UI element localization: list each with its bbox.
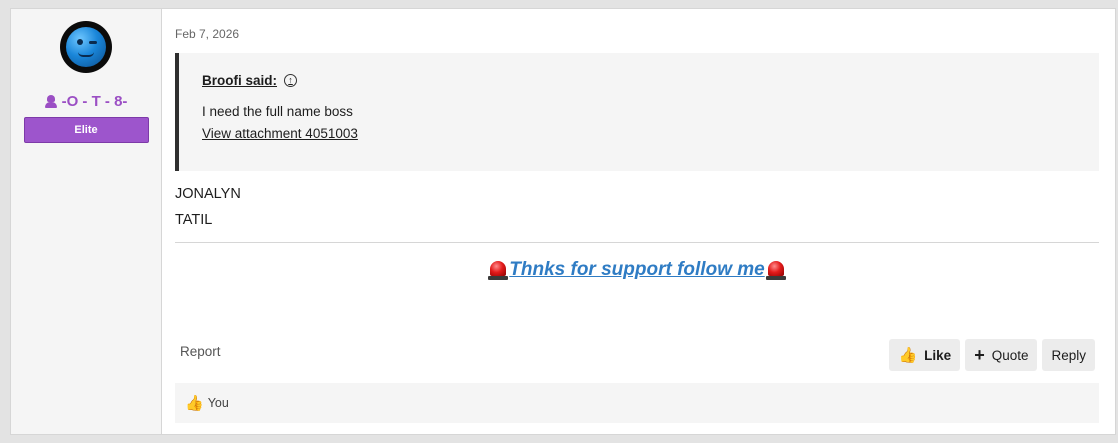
reactions-text: You <box>207 396 229 410</box>
reactions-bar[interactable]: 👍 You <box>175 383 1099 423</box>
quote-author-link[interactable]: Broofi said: ↑ <box>202 73 1099 88</box>
avatar-eye-left <box>77 39 83 45</box>
signature-divider <box>175 242 1099 243</box>
like-button[interactable]: 👍 Like <box>889 339 961 371</box>
reply-label: Reply <box>1051 347 1086 363</box>
attachment-link[interactable]: View attachment 4051003 <box>202 126 1099 141</box>
user-banner: Elite <box>23 117 149 143</box>
reply-button[interactable]: Reply <box>1042 339 1095 371</box>
avatar-eye-right <box>89 41 97 44</box>
plus-icon: + <box>974 345 985 365</box>
thumbs-up-icon: 👍 <box>185 393 204 412</box>
quote-button[interactable]: + Quote <box>965 339 1038 371</box>
message-body: JONALYN TATIL <box>175 181 241 233</box>
message-line: TATIL <box>175 212 213 228</box>
signature: Thnks for support follow me <box>175 259 1099 281</box>
post-actions: 👍 Like + Quote Reply <box>889 339 1095 371</box>
avatar-mouth <box>78 52 94 57</box>
username-text: -O - T - 8- <box>61 93 128 110</box>
post-main: Feb 7, 2026 Broofi said: ↑ I need the fu… <box>162 9 1115 434</box>
quote-author: Broofi said: <box>202 73 278 88</box>
siren-icon <box>487 259 509 281</box>
quote-block: Broofi said: ↑ I need the full name boss… <box>175 53 1099 171</box>
signature-link[interactable]: Thnks for support follow me <box>509 259 764 281</box>
siren-icon <box>765 259 787 281</box>
like-label: Like <box>924 347 952 363</box>
user-sidebar: -O - T - 8- Elite <box>11 9 162 434</box>
message-line: JONALYN <box>175 186 241 202</box>
quote-label: Quote <box>991 347 1029 363</box>
post-date[interactable]: Feb 7, 2026 <box>175 27 239 41</box>
avatar-image <box>66 27 106 67</box>
arrow-up-circle-icon[interactable]: ↑ <box>284 74 298 87</box>
username-link[interactable]: -O - T - 8- <box>44 93 128 110</box>
report-link[interactable]: Report <box>180 344 221 359</box>
user-icon <box>44 95 57 108</box>
thumbs-up-icon: 👍 <box>898 345 918 364</box>
quote-text: I need the full name boss <box>202 104 353 119</box>
avatar[interactable] <box>60 21 112 73</box>
forum-post: -O - T - 8- Elite Feb 7, 2026 Broofi sai… <box>10 8 1116 435</box>
